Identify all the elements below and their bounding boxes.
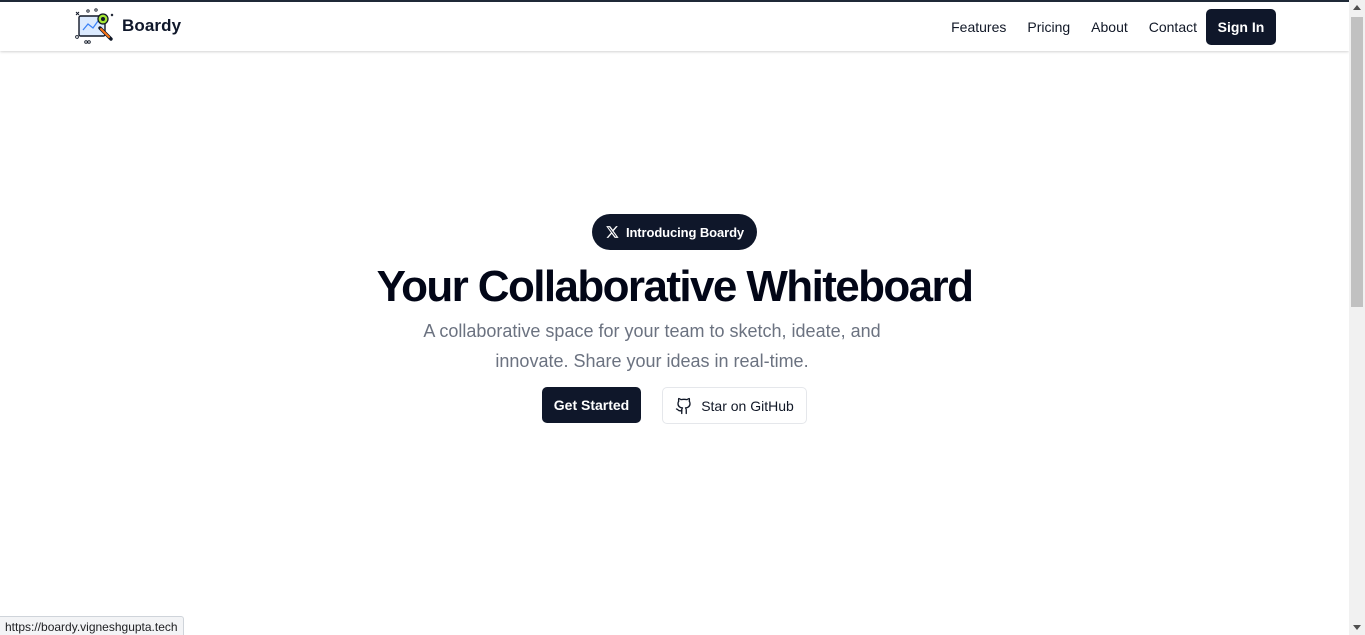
hero-subtext: A collaborative space for your team to s… (423, 321, 881, 371)
scroll-down-arrow-icon[interactable] (1353, 625, 1361, 630)
vertical-scrollbar[interactable] (1349, 0, 1365, 635)
github-icon (676, 397, 691, 414)
brand-link[interactable]: Boardy (74, 6, 181, 46)
status-bar-url: https://boardy.vigneshgupta.tech (0, 616, 184, 635)
get-started-button[interactable]: Get Started (542, 387, 641, 423)
badge-label: Introducing Boardy (625, 224, 745, 240)
x-logo-icon (606, 226, 619, 238)
star-on-github-button[interactable]: Star on GitHub (662, 387, 807, 424)
brand-name: Boardy (122, 16, 182, 35)
boardy-logo-icon (75, 8, 114, 44)
nav-link-contact[interactable]: Contact (1149, 19, 1197, 35)
nav-link-about[interactable]: About (1091, 19, 1128, 35)
nav-link-features[interactable]: Features (951, 19, 1006, 35)
top-navbar: Boardy Features Pricing About Contact Si… (0, 2, 1349, 51)
introducing-badge[interactable]: Introducing Boardy (592, 214, 757, 250)
hero-actions: Get Started Star on GitHub (542, 387, 807, 424)
nav-links: Features Pricing About Contact (951, 2, 1197, 51)
hero-headline: Your Collaborative Whiteboard (376, 262, 974, 311)
star-on-github-label: Star on GitHub (701, 397, 794, 414)
browser-viewport: Boardy Features Pricing About Contact Si… (0, 0, 1349, 635)
sign-in-button[interactable]: Sign In (1206, 9, 1276, 45)
scroll-thumb[interactable] (1351, 17, 1363, 307)
scroll-up-arrow-icon[interactable] (1353, 5, 1361, 10)
nav-link-pricing[interactable]: Pricing (1027, 19, 1070, 35)
